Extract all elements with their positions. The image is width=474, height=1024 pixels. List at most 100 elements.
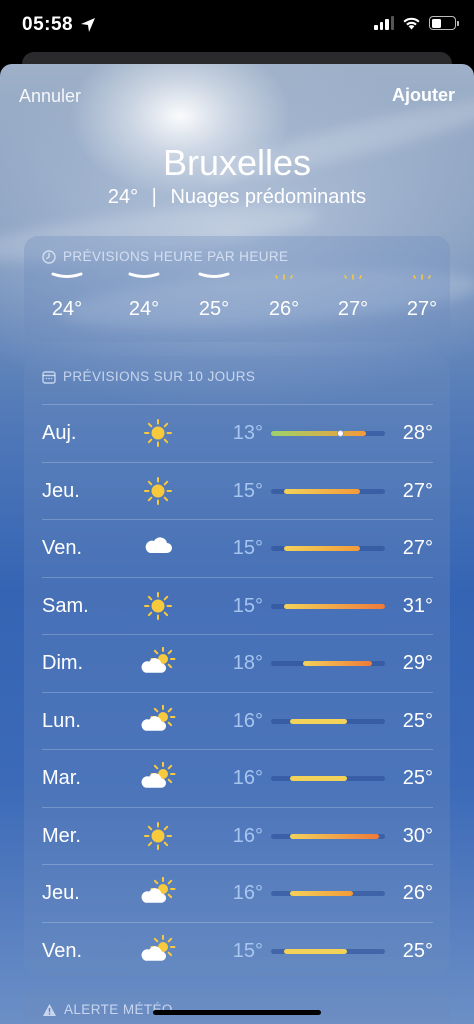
- cloud-icon: [51, 272, 83, 278]
- hourly-temp: 26°: [268, 298, 300, 320]
- hourly-header-label: PRÉVISIONS HEURE PAR HEURE: [63, 249, 289, 264]
- hourly-temp: 24°: [51, 298, 83, 320]
- cloud-icon: [145, 537, 172, 553]
- cloud-icon: [128, 272, 160, 278]
- day-high-temp: 27°: [402, 537, 433, 559]
- sun-icon: [413, 274, 431, 280]
- calendar-icon: [42, 370, 56, 384]
- daily-header-label: PRÉVISIONS SUR 10 JOURS: [63, 369, 256, 384]
- day-row[interactable]: Auj. 13° 28°: [42, 404, 433, 462]
- home-indicator[interactable]: [153, 1010, 321, 1015]
- day-high-temp: 28°: [402, 422, 433, 444]
- temp-range-track: [271, 488, 385, 494]
- hourly-temp: 27°: [337, 298, 369, 320]
- day-high-temp: 25°: [402, 767, 433, 789]
- temp-range-bar: [283, 603, 385, 609]
- current-temp: 24°: [107, 186, 139, 208]
- day-high-temp: 30°: [402, 824, 433, 847]
- day-name: Mer.: [42, 824, 81, 847]
- day-name: Jeu.: [42, 479, 80, 502]
- day-low-temp: 15°: [232, 594, 263, 617]
- clock-icon: [42, 249, 56, 264]
- day-name: Ven.: [42, 939, 83, 962]
- temp-range-bar: [283, 948, 347, 954]
- temp-range-bar: [290, 776, 347, 781]
- sun-icon: [144, 419, 172, 447]
- sun-icon: [344, 274, 362, 280]
- day-row[interactable]: Ven. 15° 27°: [42, 519, 433, 577]
- day-high-temp: 29°: [402, 652, 433, 674]
- temp-range-bar: [283, 546, 360, 551]
- sun-icon: [144, 821, 172, 850]
- weather-preview-sheet: Annuler Ajouter Bruxelles 24° | Nuages p…: [0, 64, 474, 1024]
- current-conditions: 24° | Nuages prédominants: [0, 186, 474, 209]
- condition-text: Nuages prédominants: [170, 186, 367, 208]
- sun-icon: [144, 476, 172, 505]
- day-low-temp: 16°: [232, 767, 263, 789]
- day-high-temp: 26°: [402, 882, 433, 904]
- ten-day-forecast-card[interactable]: PRÉVISIONS SUR 10 JOURS Auj. 13° 28° Jeu. 15…: [24, 356, 450, 976]
- partly-cloudy-icon: [141, 934, 176, 961]
- hourly-temp: 25°: [198, 298, 230, 320]
- weather-alert-card[interactable]: ALERTE MÉTÉO: [24, 989, 450, 1024]
- day-row[interactable]: Jeu. 16° 26°: [42, 864, 433, 922]
- day-row[interactable]: Jeu. 15° 27°: [42, 461, 433, 520]
- temp-range-track: [271, 430, 385, 437]
- temp-range-track: [271, 776, 385, 781]
- day-low-temp: 18°: [232, 652, 263, 674]
- day-row[interactable]: Mer. 16° 30°: [42, 806, 433, 865]
- hourly-temp: 24°: [128, 298, 160, 320]
- hourly-forecast-card[interactable]: PRÉVISIONS HEURE PAR HEURE 24° 24° 25° 26° 2…: [24, 236, 450, 342]
- warning-icon: [43, 1003, 56, 1016]
- sun-icon: [144, 591, 172, 620]
- temp-range-bar: [290, 891, 354, 896]
- cancel-button[interactable]: Annuler: [19, 86, 81, 107]
- hourly-header: PRÉVISIONS HEURE PAR HEURE: [42, 249, 288, 264]
- temp-range-bar: [290, 833, 379, 839]
- hourly-temp: 27°: [406, 298, 438, 320]
- status-bar: 05:58: [0, 0, 474, 56]
- day-row[interactable]: Sam. 15° 31°: [42, 576, 433, 635]
- wifi-icon: [403, 17, 420, 30]
- day-name: Lun.: [42, 709, 81, 732]
- temp-range-track: [271, 833, 385, 839]
- partly-cloudy-icon: [141, 647, 176, 673]
- day-low-temp: 13°: [232, 422, 263, 444]
- day-high-temp: 25°: [402, 709, 433, 732]
- temp-range-bar: [290, 718, 347, 724]
- temp-range-track: [271, 948, 385, 954]
- day-high-temp: 25°: [402, 939, 433, 962]
- location-arrow-icon: [81, 18, 95, 32]
- cellular-signal-icon: [374, 16, 394, 30]
- day-name: Sam.: [42, 594, 89, 617]
- partly-cloudy-icon: [141, 704, 176, 731]
- status-indicators: [374, 16, 459, 30]
- temp-range-bar: [302, 661, 373, 666]
- day-row[interactable]: Ven. 15° 25°: [42, 921, 433, 980]
- day-name: Mar.: [42, 767, 81, 789]
- day-row[interactable]: Mar. 16° 25°: [42, 749, 433, 807]
- day-high-temp: 31°: [402, 594, 433, 617]
- day-row[interactable]: Lun. 16° 25°: [42, 691, 433, 750]
- cloud-icon: [198, 272, 230, 278]
- sun-icon: [275, 274, 293, 280]
- day-low-temp: 16°: [232, 824, 263, 847]
- temp-range-bar: [271, 431, 366, 436]
- temp-range-bar: [283, 488, 360, 494]
- day-low-temp: 16°: [232, 709, 263, 732]
- day-row[interactable]: Dim. 18° 29°: [42, 634, 433, 692]
- day-name: Dim.: [42, 652, 84, 674]
- day-low-temp: 16°: [232, 882, 263, 904]
- status-time: 05:58: [22, 14, 74, 35]
- temp-range-track: [271, 891, 385, 896]
- separator: |: [151, 186, 157, 208]
- add-button[interactable]: Ajouter: [392, 85, 455, 106]
- day-low-temp: 15°: [232, 537, 263, 559]
- daily-header: PRÉVISIONS SUR 10 JOURS: [42, 369, 255, 384]
- day-name: Auj.: [42, 422, 77, 444]
- city-name: Bruxelles: [162, 142, 312, 183]
- day-low-temp: 15°: [232, 939, 263, 962]
- temp-range-track: [271, 546, 385, 551]
- partly-cloudy-icon: [141, 877, 176, 903]
- battery-icon: [429, 16, 459, 30]
